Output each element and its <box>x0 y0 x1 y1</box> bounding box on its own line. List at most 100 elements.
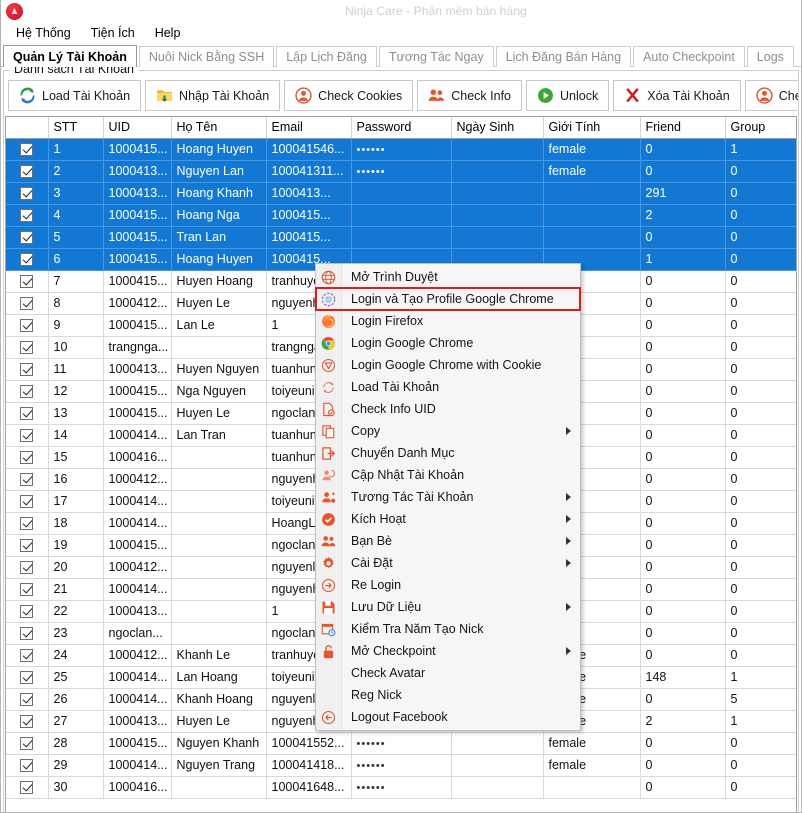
row-checkbox-cell[interactable] <box>6 358 49 381</box>
table-row[interactable]: 3 1000413... Hoang Khanh 1000413... 291 0 <box>6 182 796 205</box>
xoa-tai-khoan-button[interactable]: Xóa Tài Khoản <box>613 80 741 111</box>
context-menu-item[interactable]: Login Google Chrome <box>316 332 580 354</box>
context-menu-item[interactable]: Login Firefox <box>316 310 580 332</box>
unlock-button[interactable]: Unlock <box>526 80 610 111</box>
table-row[interactable]: 30 1000416... 100041648... •••••• 0 0 <box>6 776 796 799</box>
context-menu-item[interactable]: Logout Facebook <box>316 706 580 728</box>
context-menu-item[interactable]: Re Login <box>316 574 580 596</box>
row-context-menu[interactable]: Mở Trình Duyệt Login và Tạo Profile Googl… <box>315 263 581 731</box>
row-checkbox[interactable] <box>20 539 34 553</box>
row-checkbox-cell[interactable] <box>6 160 49 183</box>
row-checkbox[interactable] <box>20 737 34 751</box>
row-checkbox[interactable] <box>20 341 34 355</box>
row-checkbox[interactable] <box>20 759 34 773</box>
row-checkbox[interactable] <box>20 253 34 267</box>
header-uid[interactable]: UID <box>103 117 172 139</box>
row-checkbox[interactable] <box>20 319 34 333</box>
row-checkbox[interactable] <box>20 495 34 509</box>
header-password[interactable]: Password <box>351 117 452 139</box>
row-checkbox-cell[interactable] <box>6 622 49 645</box>
table-row[interactable]: 5 1000415... Tran Lan 1000415... 0 0 <box>6 226 796 249</box>
tab-logs[interactable]: Logs <box>746 46 794 67</box>
header-gioi-tinh[interactable]: Giới Tính <box>543 117 641 139</box>
tab-auto-checkpoint[interactable]: Auto Checkpoint <box>633 46 745 67</box>
row-checkbox[interactable] <box>20 693 34 707</box>
tab-lich-dang-ban-hang[interactable]: Lịch Đăng Bán Hàng <box>495 46 632 67</box>
row-checkbox[interactable] <box>20 187 34 201</box>
row-checkbox-cell[interactable] <box>6 468 49 491</box>
table-row[interactable]: 1 1000415... Hoang Huyen 100041546... ••••••… <box>6 138 796 161</box>
row-checkbox-cell[interactable] <box>6 688 49 711</box>
tab-quan-ly-tai-khoan[interactable]: Quản Lý Tài Khoản <box>3 45 137 67</box>
check-profile-button[interactable]: Check Profile <box>744 80 798 111</box>
row-checkbox-cell[interactable] <box>6 710 49 733</box>
row-checkbox[interactable] <box>20 671 34 685</box>
context-menu-item[interactable]: Check Info UID <box>316 398 580 420</box>
context-menu-item[interactable]: Kiểm Tra Năm Tạo Nick <box>316 618 580 640</box>
header-ngay-sinh[interactable]: Ngày Sinh <box>451 117 544 139</box>
context-menu-item[interactable]: Bạn Bè <box>316 530 580 552</box>
row-checkbox[interactable] <box>20 165 34 179</box>
table-row[interactable]: 28 1000415... Nguyen Khanh 100041552... ••••… <box>6 732 796 755</box>
load-tai-khoan-button[interactable]: Load Tài Khoản <box>8 80 142 111</box>
row-checkbox-cell[interactable] <box>6 226 49 249</box>
context-menu-item[interactable]: Load Tài Khoản <box>316 376 580 398</box>
context-menu-item[interactable]: Reg Nick <box>316 684 580 706</box>
row-checkbox-cell[interactable] <box>6 446 49 469</box>
row-checkbox[interactable] <box>20 583 34 597</box>
table-row[interactable]: 4 1000415... Hoang Nga 1000415... 2 0 <box>6 204 796 227</box>
row-checkbox[interactable] <box>20 561 34 575</box>
tab-nuoi-nick-bang-ssh[interactable]: Nuôi Nick Bằng SSH <box>138 46 275 67</box>
row-checkbox[interactable] <box>20 451 34 465</box>
row-checkbox-cell[interactable] <box>6 534 49 557</box>
row-checkbox-cell[interactable] <box>6 402 49 425</box>
header-friend[interactable]: Friend <box>640 117 726 139</box>
row-checkbox-cell[interactable] <box>6 270 49 293</box>
row-checkbox[interactable] <box>20 781 34 795</box>
header-select-all[interactable] <box>6 117 49 139</box>
row-checkbox-cell[interactable] <box>6 336 49 359</box>
row-checkbox-cell[interactable] <box>6 292 49 315</box>
check-cookies-button[interactable]: Check Cookies <box>284 80 414 111</box>
row-checkbox-cell[interactable] <box>6 380 49 403</box>
row-checkbox[interactable] <box>20 605 34 619</box>
row-checkbox-cell[interactable] <box>6 732 49 755</box>
context-menu-item[interactable]: Login Google Chrome with Cookie <box>316 354 580 376</box>
row-checkbox[interactable] <box>20 649 34 663</box>
menu-item-help[interactable]: Help <box>146 24 190 42</box>
row-checkbox[interactable] <box>20 231 34 245</box>
row-checkbox-cell[interactable] <box>6 754 49 777</box>
tab-tuong-tac-ngay[interactable]: Tương Tác Ngay <box>378 46 494 67</box>
header-group[interactable]: Group <box>725 117 796 139</box>
row-checkbox-cell[interactable] <box>6 600 49 623</box>
row-checkbox[interactable] <box>20 297 34 311</box>
row-checkbox[interactable] <box>20 473 34 487</box>
context-menu-item[interactable]: Chuyển Danh Mục <box>316 442 580 464</box>
context-menu-item[interactable]: Cập Nhật Tài Khoản <box>316 464 580 486</box>
row-checkbox[interactable] <box>20 209 34 223</box>
context-menu-item[interactable]: Lưu Dữ Liệu <box>316 596 580 618</box>
context-menu-item[interactable]: Kích Hoạt <box>316 508 580 530</box>
row-checkbox[interactable] <box>20 275 34 289</box>
row-checkbox-cell[interactable] <box>6 776 49 799</box>
tab-lap-lich-dang[interactable]: Lập Lịch Đăng <box>276 46 377 67</box>
row-checkbox-cell[interactable] <box>6 182 49 205</box>
row-checkbox-cell[interactable] <box>6 644 49 667</box>
header-stt[interactable]: STT <box>48 117 104 139</box>
context-menu-item[interactable]: Mở Checkpoint <box>316 640 580 662</box>
table-row[interactable]: 2 1000413... Nguyen Lan 100041311... •••••• f… <box>6 160 796 183</box>
row-checkbox[interactable] <box>20 385 34 399</box>
row-checkbox-cell[interactable] <box>6 204 49 227</box>
row-checkbox-cell[interactable] <box>6 248 49 271</box>
row-checkbox-cell[interactable] <box>6 666 49 689</box>
context-menu-item[interactable]: Cài Đặt <box>316 552 580 574</box>
row-checkbox-cell[interactable] <box>6 512 49 535</box>
row-checkbox[interactable] <box>20 517 34 531</box>
context-menu-item[interactable]: Check Avatar <box>316 662 580 684</box>
row-checkbox[interactable] <box>20 363 34 377</box>
row-checkbox[interactable] <box>20 429 34 443</box>
row-checkbox[interactable] <box>20 407 34 421</box>
row-checkbox-cell[interactable] <box>6 556 49 579</box>
table-row[interactable]: 29 1000414... Nguyen Trang 100041418... ••••… <box>6 754 796 777</box>
header-ho-ten[interactable]: Họ Tên <box>171 117 267 139</box>
